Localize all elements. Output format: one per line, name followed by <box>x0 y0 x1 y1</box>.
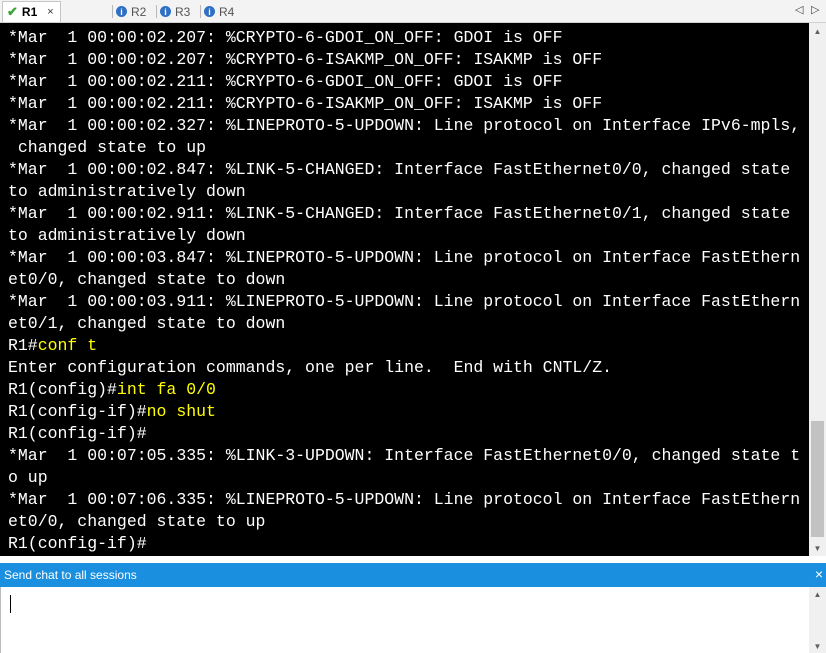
info-icon: i <box>204 6 215 17</box>
terminal-line: o up <box>8 467 800 489</box>
close-icon[interactable]: × <box>815 566 823 582</box>
terminal-line: *Mar 1 00:07:05.335: %LINK-3-UPDOWN: Int… <box>8 445 800 467</box>
terminal-line: *Mar 1 00:00:02.211: %CRYPTO-6-GDOI_ON_O… <box>8 71 800 93</box>
log-text: et0/0, changed state to down <box>8 270 286 289</box>
scroll-down-icon[interactable]: ▼ <box>809 540 826 556</box>
cli-prompt: R1# <box>8 336 38 355</box>
log-text: *Mar 1 00:00:02.207: %CRYPTO-6-ISAKMP_ON… <box>8 50 603 69</box>
terminal-line: changed state to up <box>8 137 800 159</box>
terminal-line: *Mar 1 00:00:02.327: %LINEPROTO-5-UPDOWN… <box>8 115 800 137</box>
scroll-down-icon[interactable]: ▼ <box>809 639 826 653</box>
tab-r3[interactable]: i R3 <box>156 1 196 22</box>
tab-r4[interactable]: i R4 <box>200 1 240 22</box>
log-text: *Mar 1 00:00:03.847: %LINEPROTO-5-UPDOWN… <box>8 248 801 267</box>
terminal-line: *Mar 1 00:00:03.847: %LINEPROTO-5-UPDOWN… <box>8 247 800 269</box>
cli-command: no shut <box>146 402 216 421</box>
chat-input[interactable] <box>0 587 808 653</box>
terminal-lines: *Mar 1 00:00:02.207: %CRYPTO-6-GDOI_ON_O… <box>8 27 800 555</box>
log-text: *Mar 1 00:00:02.847: %LINK-5-CHANGED: In… <box>8 160 791 179</box>
connected-check-icon: ✔ <box>7 4 18 19</box>
scrollbar-thumb[interactable] <box>811 421 824 537</box>
terminal-line: *Mar 1 00:00:02.207: %CRYPTO-6-GDOI_ON_O… <box>8 27 800 49</box>
terminal-line: *Mar 1 00:07:06.335: %LINEPROTO-5-UPDOWN… <box>8 489 800 511</box>
terminal-line: to administratively down <box>8 225 800 247</box>
terminal-line: R1(config-if)# <box>8 533 800 555</box>
terminal-line: *Mar 1 00:00:02.911: %LINK-5-CHANGED: In… <box>8 203 800 225</box>
terminal-line: *Mar 1 00:00:02.847: %LINK-5-CHANGED: In… <box>8 159 800 181</box>
log-text: *Mar 1 00:00:02.207: %CRYPTO-6-GDOI_ON_O… <box>8 28 563 47</box>
terminal-line: to administratively down <box>8 181 800 203</box>
log-text: to administratively down <box>8 182 246 201</box>
terminal-line: et0/1, changed state to down <box>8 313 800 335</box>
cli-command: conf t <box>37 336 98 355</box>
tab-scroll-right-icon[interactable]: ▷ <box>811 3 819 16</box>
tab-label: R2 <box>131 4 147 19</box>
info-icon: i <box>160 6 171 17</box>
terminal-line: Enter configuration commands, one per li… <box>8 357 800 379</box>
terminal-output[interactable]: *Mar 1 00:00:02.207: %CRYPTO-6-GDOI_ON_O… <box>0 23 809 556</box>
chat-panel-header: Send chat to all sessions × <box>0 563 826 587</box>
terminal-line: R1(config)#int fa 0/0 <box>8 379 800 401</box>
log-text: *Mar 1 00:00:02.211: %CRYPTO-6-ISAKMP_ON… <box>8 94 603 113</box>
log-text: to administratively down <box>8 226 246 245</box>
terminal-line: *Mar 1 00:00:02.211: %CRYPTO-6-ISAKMP_ON… <box>8 93 800 115</box>
log-text: *Mar 1 00:00:03.911: %LINEPROTO-5-UPDOWN… <box>8 292 801 311</box>
log-text: Enter configuration commands, one per li… <box>8 358 612 377</box>
terminal-line: et0/0, changed state to down <box>8 269 800 291</box>
cli-prompt: R1(config-if)# <box>8 424 147 443</box>
cli-prompt: R1(config-if)# <box>8 534 147 553</box>
terminal-line: *Mar 1 00:00:02.207: %CRYPTO-6-ISAKMP_ON… <box>8 49 800 71</box>
terminal-line: R1#conf t <box>8 335 800 357</box>
log-text: et0/0, changed state to up <box>8 512 266 531</box>
log-text: *Mar 1 00:00:02.327: %LINEPROTO-5-UPDOWN… <box>8 116 801 135</box>
log-text: *Mar 1 00:07:06.335: %LINEPROTO-5-UPDOWN… <box>8 490 801 509</box>
log-text: *Mar 1 00:07:05.335: %LINK-3-UPDOWN: Int… <box>8 446 801 465</box>
tab-r2[interactable]: i R2 <box>112 1 152 22</box>
terminal-line: R1(config-if)#no shut <box>8 401 800 423</box>
tab-scroll-left-icon[interactable]: ◁ <box>795 3 803 16</box>
cli-prompt: R1(config)# <box>8 380 117 399</box>
log-text: changed state to up <box>8 138 207 157</box>
terminal-line: et0/0, changed state to up <box>8 511 800 533</box>
info-icon: i <box>116 6 127 17</box>
terminal-line: *Mar 1 00:00:03.911: %LINEPROTO-5-UPDOWN… <box>8 291 800 313</box>
scroll-up-icon[interactable]: ▲ <box>809 23 826 39</box>
tab-label: R3 <box>175 4 191 19</box>
log-text: *Mar 1 00:00:02.211: %CRYPTO-6-GDOI_ON_O… <box>8 72 563 91</box>
tab-close-icon[interactable]: × <box>47 6 53 18</box>
log-text: *Mar 1 00:00:02.911: %LINK-5-CHANGED: In… <box>8 204 791 223</box>
log-text: et0/1, changed state to down <box>8 314 286 333</box>
terminal-line: R1(config-if)# <box>8 423 800 445</box>
log-text: o up <box>8 468 48 487</box>
text-caret <box>10 595 11 613</box>
cli-command: int fa 0/0 <box>116 380 216 399</box>
tab-label: R4 <box>219 4 235 19</box>
cli-prompt: R1(config-if)# <box>8 402 147 421</box>
tab-r1[interactable]: ✔ R1 × <box>2 1 61 22</box>
chat-panel-title: Send chat to all sessions <box>4 568 137 582</box>
scroll-up-icon[interactable]: ▲ <box>809 587 826 601</box>
chat-scrollbar[interactable]: ▲ ▼ <box>809 587 826 653</box>
tab-label: R1 <box>21 5 38 19</box>
session-tab-bar: ✔ R1 × i R2 i R3 i R4 ◁ ▷ <box>0 0 826 23</box>
terminal-scrollbar[interactable]: ▲ ▼ <box>809 23 826 556</box>
